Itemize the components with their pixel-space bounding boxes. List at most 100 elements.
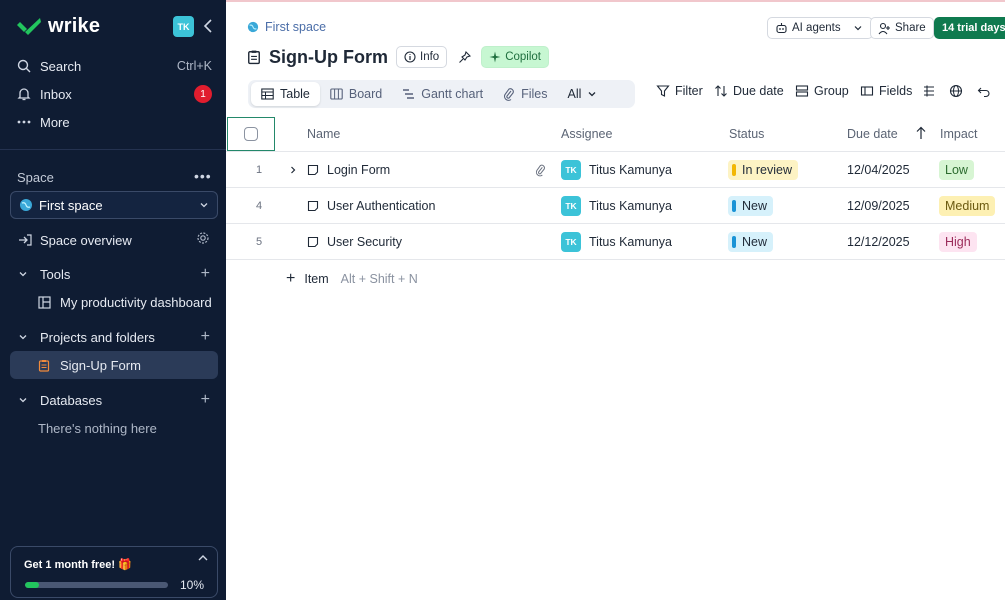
due-date[interactable]: 12/04/2025 (847, 152, 910, 188)
attachment-icon[interactable] (535, 152, 546, 188)
top-accent-line (226, 0, 1005, 2)
space-selector[interactable]: First space (10, 191, 218, 219)
add-item-button[interactable]: + Item Alt + Shift + N (286, 270, 418, 288)
breadcrumb[interactable]: First space (247, 20, 326, 34)
globe-icon[interactable] (949, 84, 963, 98)
space-selector-label: First space (39, 197, 103, 213)
collapse-sidebar-icon[interactable] (200, 17, 216, 35)
status-label: New (742, 199, 768, 213)
databases-section[interactable]: Databases + (10, 387, 218, 413)
add-project-icon[interactable]: + (201, 328, 210, 346)
assignee-avatar: TK (561, 160, 581, 180)
column-header-due-date[interactable]: Due date (847, 127, 898, 141)
column-header-assignee[interactable]: Assignee (561, 127, 612, 141)
logo-text: wrike (48, 14, 101, 37)
add-database-icon[interactable]: + (201, 391, 210, 409)
tools-section[interactable]: Tools + (10, 261, 218, 287)
promo-title: Get 1 month free! 🎁 (24, 559, 132, 571)
promo-progress-label: 10% (179, 578, 204, 592)
wrike-logo[interactable]: wrike (16, 14, 100, 38)
column-header-impact[interactable]: Impact (940, 127, 978, 141)
wrike-check-icon (17, 18, 41, 35)
column-header-status[interactable]: Status (729, 127, 764, 141)
select-all-cell[interactable] (227, 117, 275, 151)
row-number: 5 (255, 236, 263, 248)
due-date[interactable]: 12/12/2025 (847, 224, 910, 260)
space-globe-icon (20, 199, 32, 211)
status-cell[interactable]: In review (728, 152, 799, 188)
table-row[interactable]: 1 Login Form TK Titus Kamunya In review 1… (226, 152, 1005, 188)
search-label: Search (40, 58, 82, 74)
impact-cell[interactable]: Medium (939, 188, 996, 224)
space-overview-item[interactable]: Space overview (10, 227, 218, 253)
group-label: Group (814, 84, 849, 98)
sidebar-item-sign-up-form[interactable]: Sign-Up Form (10, 351, 218, 379)
user-avatar[interactable]: TK (173, 16, 194, 37)
space-globe-icon (247, 21, 259, 33)
copilot-button[interactable]: Copilot (481, 46, 549, 68)
trial-days-button[interactable]: 14 trial days left (934, 17, 1005, 39)
undo-icon[interactable] (977, 84, 991, 98)
add-item-shortcut: Alt + Shift + N (340, 272, 418, 286)
impact-cell[interactable]: High (939, 224, 977, 260)
chevron-up-icon[interactable] (197, 552, 209, 567)
page-title[interactable]: Sign-Up Form (269, 47, 388, 68)
space-options-icon[interactable]: ••• (194, 168, 212, 184)
sidebar-more[interactable]: More (10, 109, 218, 135)
filter-button[interactable]: Filter (656, 84, 703, 98)
info-label: Info (420, 51, 440, 63)
dashboard-label: My productivity dashboard (60, 294, 212, 310)
ai-agents-button[interactable]: AI agents (767, 17, 873, 39)
table-row[interactable]: 5 User Security TK Titus Kamunya New 12/1… (226, 224, 1005, 260)
task-icon (307, 188, 319, 224)
task-name[interactable]: Login Form (327, 152, 390, 188)
impact-cell[interactable]: Low (939, 152, 974, 188)
add-tool-icon[interactable]: + (201, 265, 210, 283)
tab-table[interactable]: Table (251, 82, 320, 106)
assignee-name: Titus Kamunya (589, 163, 672, 177)
share-label: Share (895, 22, 926, 34)
sidebar-item-dashboard[interactable]: My productivity dashboard (10, 289, 218, 315)
sidebar-search[interactable]: Search Ctrl+K (10, 53, 218, 79)
task-name[interactable]: User Security (327, 224, 402, 260)
info-icon (404, 51, 416, 63)
tab-all-label: All (567, 87, 582, 101)
share-button[interactable]: Share (870, 17, 934, 39)
row-number: 4 (255, 200, 263, 212)
pin-icon[interactable] (453, 46, 475, 68)
assignee-cell[interactable]: TK Titus Kamunya (561, 224, 672, 260)
status-cell[interactable]: New (728, 188, 774, 224)
view-settings-icon[interactable] (922, 84, 936, 98)
add-item-label: Item (304, 272, 329, 286)
sort-due-date-button[interactable]: Due date (714, 84, 784, 98)
table-row[interactable]: 4 User Authentication TK Titus Kamunya Ne… (226, 188, 1005, 224)
assignee-cell[interactable]: TK Titus Kamunya (561, 188, 672, 224)
fields-button[interactable]: Fields (860, 84, 912, 98)
tab-gantt-chart[interactable]: Gantt chart (392, 82, 493, 106)
breadcrumb-space[interactable]: First space (265, 20, 326, 34)
status-cell[interactable]: New (728, 224, 774, 260)
expand-chevron-icon[interactable] (288, 152, 298, 188)
column-header-name[interactable]: Name (307, 127, 340, 141)
space-section-label: Space (17, 170, 54, 185)
gear-icon[interactable] (196, 231, 210, 250)
tab-board[interactable]: Board (320, 82, 392, 106)
group-icon (795, 85, 809, 97)
filter-icon (656, 85, 670, 97)
info-button[interactable]: Info (396, 46, 448, 68)
promo-card[interactable]: Get 1 month free! 🎁 10% (10, 546, 218, 598)
tab-files[interactable]: Files (493, 82, 557, 106)
promo-progress-bar (25, 582, 168, 588)
due-date[interactable]: 12/09/2025 (847, 188, 910, 224)
row-number: 1 (255, 164, 263, 176)
task-name[interactable]: User Authentication (327, 188, 435, 224)
sidebar-inbox[interactable]: Inbox 1 (10, 81, 218, 107)
databases-empty-text: There's nothing here (38, 420, 157, 436)
tab-all-dropdown[interactable]: All (558, 82, 608, 106)
projects-section[interactable]: Projects and folders + (10, 324, 218, 350)
status-marker (732, 200, 736, 212)
assignee-cell[interactable]: TK Titus Kamunya (561, 152, 672, 188)
select-all-checkbox[interactable] (244, 127, 258, 141)
group-button[interactable]: Group (795, 84, 849, 98)
sort-ascending-icon[interactable] (915, 126, 927, 140)
